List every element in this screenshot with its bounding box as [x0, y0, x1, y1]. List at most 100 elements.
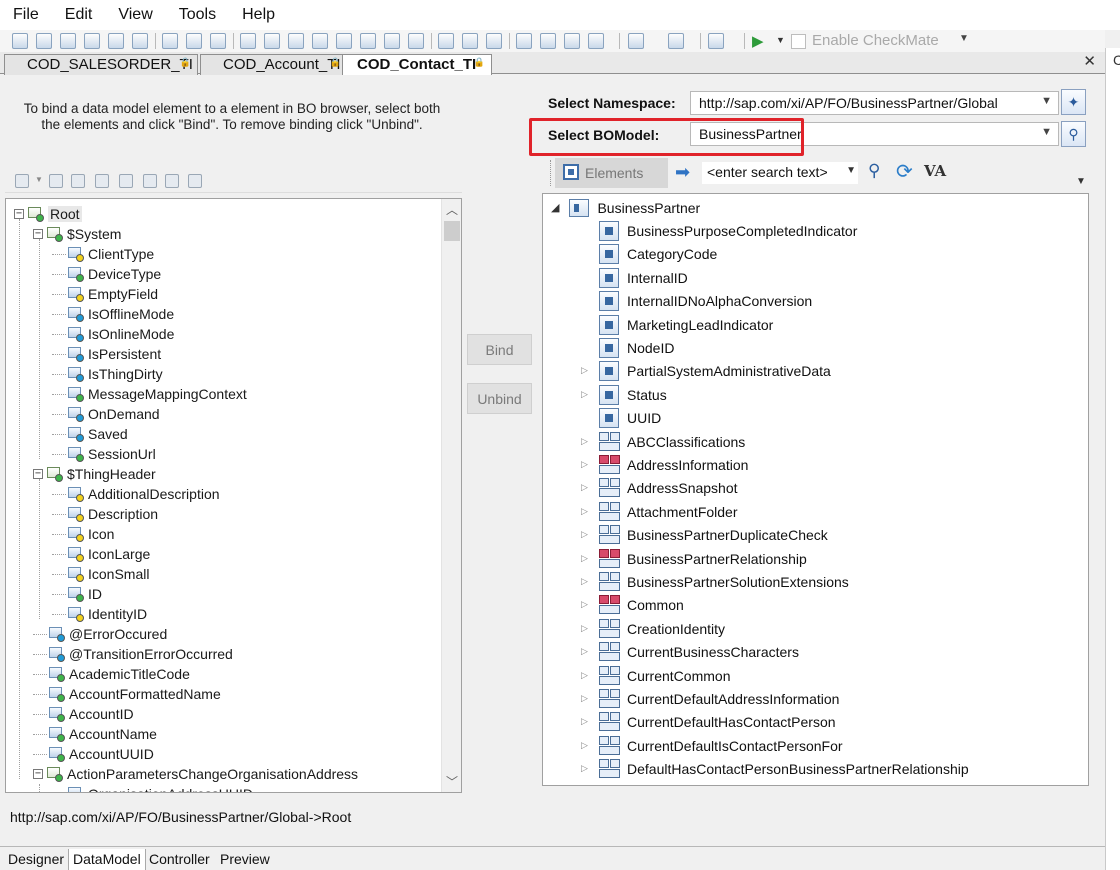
tree-node[interactable]: DeviceType [52, 264, 161, 284]
bo-node[interactable]: CurrentDefaultAddressInformation [599, 687, 839, 710]
tab-designer[interactable]: Designer [4, 849, 68, 870]
search-bo-icon[interactable]: ⚲ [1061, 121, 1086, 147]
tab-cod-contact-ti[interactable]: COD_Contact_TI 🔒 [342, 54, 492, 76]
tools-icon[interactable] [312, 33, 328, 49]
bo-node[interactable]: CurrentBusinessCharacters [599, 640, 799, 663]
run-icon[interactable]: ▶ [752, 32, 764, 50]
tree-node[interactable]: AdditionalDescription [52, 484, 220, 504]
bo-node[interactable]: BusinessPartnerDuplicateCheck [599, 523, 828, 546]
expand-triangle-icon[interactable]: ▷ [581, 529, 588, 540]
tree-node[interactable]: ID [52, 584, 102, 604]
tree-node[interactable]: Icon [52, 524, 114, 544]
tree-node[interactable]: − $System [33, 224, 121, 244]
expand-triangle-icon[interactable]: ▷ [581, 389, 588, 400]
scroll-up-icon[interactable]: ︿ [442, 201, 461, 218]
close-tab-icon[interactable]: ✕ [1083, 52, 1096, 70]
copy-icon[interactable] [186, 33, 202, 49]
bo-node[interactable]: Common [599, 593, 684, 616]
settings-icon[interactable] [668, 33, 684, 49]
bo-node[interactable]: AddressSnapshot [599, 476, 738, 499]
bo-node[interactable]: BusinessPurposeCompletedIndicator [599, 219, 857, 242]
bo-node[interactable]: DefaultHasContactPersonBusinessPartnerRe… [599, 757, 969, 780]
bo-node[interactable]: ABCClassifications [599, 430, 745, 453]
bo-node[interactable]: CurrentDefaultHasContactPerson [599, 710, 836, 733]
tree-node[interactable]: SessionUrl [52, 444, 156, 464]
tab-cod-salesorder-ti[interactable]: COD_SALESORDER_TI 🔒 [4, 54, 198, 75]
hierarchy-icon[interactable] [143, 174, 157, 188]
bo-node[interactable]: CreationIdentity [599, 617, 725, 640]
tree-node[interactable]: IsThingDirty [52, 364, 163, 384]
bo-node[interactable]: CurrentDefaultIsContactPersonFor [599, 734, 843, 757]
search-icon[interactable]: ⚲ [868, 161, 880, 181]
tree-node[interactable]: IconSmall [52, 564, 149, 584]
bind-button[interactable]: Bind [467, 334, 532, 365]
arrow-right-icon[interactable]: ➡ [675, 162, 690, 183]
tree-node[interactable]: AccountFormattedName [33, 684, 221, 704]
calculator-icon[interactable] [336, 33, 352, 49]
collapse-triangle-icon[interactable]: ◢ [551, 201, 559, 214]
add-node-icon[interactable] [15, 174, 29, 188]
tab-controller[interactable]: Controller [145, 849, 214, 870]
expand-triangle-icon[interactable]: ▷ [581, 365, 588, 376]
tree-node[interactable]: @TransitionErrorOccurred [33, 644, 233, 664]
edit-icon[interactable] [108, 33, 124, 49]
add-node-dropdown-icon[interactable]: ▼ [35, 175, 43, 184]
tree-node[interactable]: IsPersistent [52, 344, 161, 364]
save-icon[interactable] [60, 33, 76, 49]
expand-triangle-icon[interactable]: ▷ [581, 459, 588, 470]
scroll-down-icon[interactable]: ﹀ [442, 773, 461, 790]
va-icon[interactable]: VA [924, 162, 946, 180]
run-dropdown-icon[interactable]: ▼ [776, 35, 785, 45]
expand-triangle-icon[interactable]: ▷ [581, 599, 588, 610]
expand-triangle-icon[interactable]: ▷ [581, 646, 588, 657]
collapse-toggle-icon[interactable]: − [33, 469, 43, 479]
bo-node[interactable]: CategoryCode [599, 242, 717, 265]
tree-node[interactable]: Saved [52, 424, 128, 444]
expand-triangle-icon[interactable]: ▷ [581, 623, 588, 634]
collapse-all-icon[interactable] [188, 174, 202, 188]
bo-node[interactable]: Status [599, 383, 667, 406]
tree-node[interactable]: IsOfflineMode [52, 304, 174, 324]
tree-node[interactable]: AccountName [33, 724, 157, 744]
namespace-select[interactable]: http://sap.com/xi/AP/FO/BusinessPartner/… [690, 91, 1059, 115]
menu-edit[interactable]: Edit [52, 6, 106, 24]
tab-datamodel[interactable]: DataModel [68, 849, 146, 870]
tree-node[interactable]: − ActionParametersChangeOrganisationAddre… [33, 764, 358, 784]
folder-icon[interactable] [240, 33, 256, 49]
clock-icon[interactable] [384, 33, 400, 49]
tree-node[interactable]: AcademicTitleCode [33, 664, 190, 684]
activate-icon[interactable] [438, 33, 454, 49]
bo-node[interactable]: BusinessPartnerRelationship [599, 547, 807, 570]
window-icon[interactable] [360, 33, 376, 49]
link-icon[interactable] [119, 174, 133, 188]
toolbox-icon[interactable] [288, 33, 304, 49]
new-file-icon[interactable] [12, 33, 28, 49]
expand-triangle-icon[interactable]: ▷ [581, 553, 588, 564]
refresh-icon[interactable]: ⟳ [896, 159, 913, 184]
menu-view[interactable]: View [105, 6, 165, 24]
delete-icon[interactable] [49, 174, 63, 188]
export-icon[interactable] [708, 33, 724, 49]
grid-icon[interactable] [462, 33, 478, 49]
tab-preview[interactable]: Preview [216, 849, 274, 870]
tree-node[interactable]: IconLarge [52, 544, 150, 564]
bo-node[interactable]: InternalIDNoAlphaConversion [599, 289, 812, 312]
bo-search-input[interactable]: <enter search text> ▼ [702, 162, 858, 184]
expand-triangle-icon[interactable]: ▷ [581, 693, 588, 704]
collapse-toggle-icon[interactable]: − [33, 229, 43, 239]
expand-triangle-icon[interactable]: ▷ [581, 670, 588, 681]
tab-cod-account-ti[interactable]: COD_Account_TI 🔒 [200, 54, 348, 75]
menu-file[interactable]: File [0, 6, 52, 24]
scroll-thumb[interactable] [444, 221, 460, 241]
open-file-icon[interactable] [36, 33, 52, 49]
filter-icon[interactable] [95, 174, 109, 188]
toolbar-overflow-icon[interactable]: ▼ [959, 33, 969, 44]
cut-icon[interactable] [162, 33, 178, 49]
expand-triangle-icon[interactable]: ▷ [581, 506, 588, 517]
save-all-icon[interactable] [84, 33, 100, 49]
tree-node[interactable]: IdentityID [52, 604, 147, 624]
tree-node[interactable]: Description [52, 504, 158, 524]
tree-node[interactable]: ClientType [52, 244, 154, 264]
tree-node[interactable]: IsOnlineMode [52, 324, 174, 344]
expand-triangle-icon[interactable]: ▷ [581, 576, 588, 587]
